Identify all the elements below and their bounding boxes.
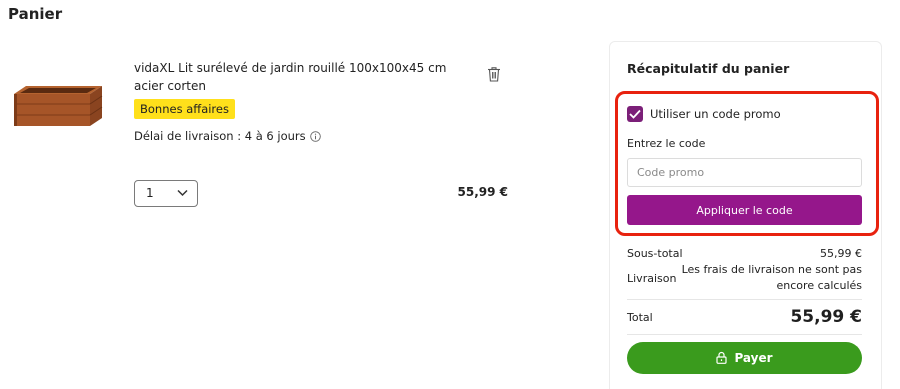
promo-checkbox-label[interactable]: Utiliser un code promo xyxy=(650,107,781,121)
pay-button[interactable]: Payer xyxy=(627,342,862,374)
delivery-text: Délai de livraison : 4 à 6 jours xyxy=(134,129,306,143)
summary-divider xyxy=(627,334,862,335)
delivery-info: Délai de livraison : 4 à 6 jours xyxy=(134,128,321,144)
trash-icon[interactable] xyxy=(487,66,501,82)
shipping-value: Les frais de livraison ne sont pas encor… xyxy=(681,263,862,292)
item-price: 55,99 € xyxy=(457,185,508,199)
info-icon[interactable] xyxy=(309,131,321,142)
quantity-select[interactable]: 1 xyxy=(134,180,198,207)
quantity-value: 1 xyxy=(146,186,154,200)
total-label: Total xyxy=(627,311,653,324)
product-name[interactable]: vidaXL Lit surélevé de jardin rouillé 10… xyxy=(134,59,469,95)
subtotal-label: Sous-total xyxy=(627,247,683,260)
pay-label: Payer xyxy=(734,351,773,365)
subtotal-value: 55,99 € xyxy=(820,247,862,260)
lock-icon xyxy=(716,351,728,364)
promo-code-input[interactable] xyxy=(627,158,862,187)
summary-title: Récapitulatif du panier xyxy=(627,61,790,76)
shipping-label: Livraison xyxy=(627,272,677,285)
summary-divider xyxy=(627,299,862,300)
checkmark-icon xyxy=(629,109,641,119)
chevron-down-icon xyxy=(177,189,188,197)
promo-checkbox[interactable] xyxy=(627,106,643,122)
product-image[interactable] xyxy=(10,84,104,128)
deal-badge: Bonnes affaires xyxy=(134,99,235,119)
total-value: 55,99 € xyxy=(790,307,862,327)
promo-code-label: Entrez le code xyxy=(627,137,706,150)
page-title: Panier xyxy=(8,5,63,23)
apply-code-button[interactable]: Appliquer le code xyxy=(627,195,862,225)
